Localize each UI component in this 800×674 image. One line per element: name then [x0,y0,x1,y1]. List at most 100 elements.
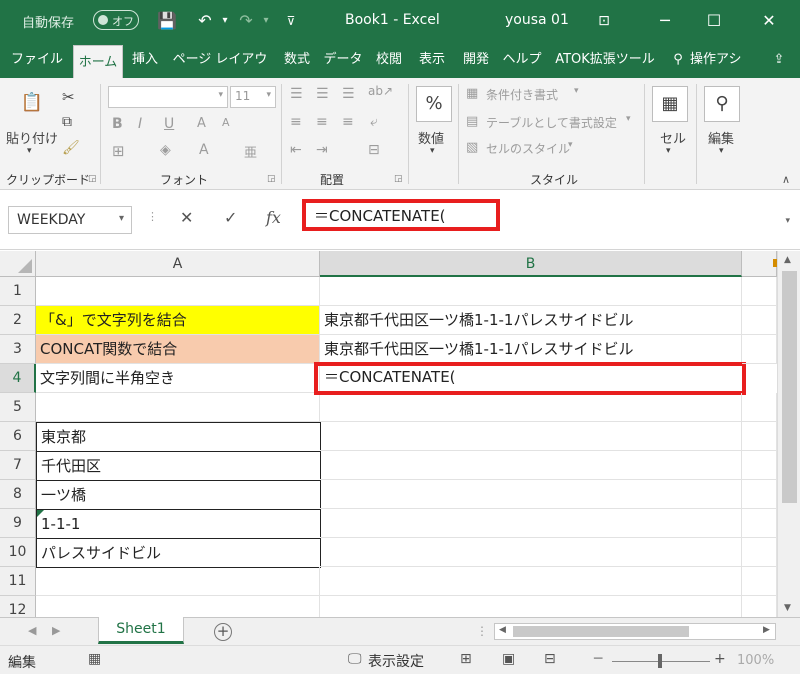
cell-c7[interactable] [742,451,777,480]
cell-c11[interactable] [742,567,777,596]
cell-a11[interactable] [36,567,320,596]
borders-icon[interactable]: ⊞ [112,142,125,160]
conditional-format-icon[interactable]: ▦ [466,86,478,101]
tab-review[interactable]: 校閲 [370,42,408,78]
formula-input[interactable]: ＝CONCATENATE( [302,199,500,231]
font-dialog-icon[interactable]: ◲ [267,174,276,184]
zoom-slider-knob[interactable] [658,654,662,668]
cancel-icon[interactable]: ✕ [180,208,193,227]
cell-b8[interactable] [320,480,742,509]
chevron-down-icon[interactable]: ▾ [430,146,435,156]
cell-b1[interactable] [320,277,742,306]
chevron-down-icon[interactable]: ▾ [626,114,631,124]
zoom-in-icon[interactable]: + [714,651,726,667]
add-sheet-icon[interactable]: + [214,623,232,641]
redo-icon[interactable]: ↷ [235,9,257,33]
insert-function-icon[interactable]: fx [266,208,281,227]
next-sheet-icon[interactable]: ▶ [52,624,60,637]
chevron-down-icon[interactable]: ▾ [719,146,724,156]
cell-b7[interactable] [320,451,742,480]
increase-indent-icon[interactable]: ⇥ [316,142,328,158]
alignment-dialog-icon[interactable]: ◲ [394,174,403,184]
page-layout-view-icon[interactable]: ▣ [502,651,515,667]
zoom-level[interactable]: 100% [737,653,774,668]
font-color-icon[interactable]: A [199,142,209,158]
sheet-tab-sheet1[interactable]: Sheet1 [98,617,184,644]
tab-view[interactable]: 表示 [412,42,452,78]
normal-view-icon[interactable]: ⊞ [460,651,472,667]
zoom-out-icon[interactable]: ─ [594,651,602,667]
tab-file[interactable]: ファイル [8,42,66,78]
row-header-6[interactable]: 6 [0,422,36,451]
cell-styles-button[interactable]: セルのスタイル [486,140,570,157]
collapse-ribbon-icon[interactable]: ∧ [782,173,790,186]
align-center-icon[interactable]: ≡ [316,114,328,130]
increase-font-icon[interactable]: A [197,116,206,131]
tab-page-layout[interactable]: ページ レイアウト [168,42,272,103]
maximize-button[interactable]: ☐ [701,8,727,34]
row-header-4[interactable]: 4 [0,364,36,393]
cell-c12[interactable] [742,596,777,617]
undo-dropdown-icon[interactable]: ▾ [214,9,236,33]
autosave-toggle[interactable]: オフ [93,10,139,30]
underline-icon[interactable]: U [164,116,174,132]
wrap-text-icon[interactable]: ⤶ [370,114,378,130]
save-icon[interactable]: 💾 [156,9,178,33]
clipboard-dialog-icon[interactable]: ◲ [88,174,97,184]
row-header-9[interactable]: 9 [0,509,36,538]
display-settings-label[interactable]: 表示設定 [368,651,424,671]
cells-button[interactable]: セル [660,128,686,147]
cell-c10[interactable] [742,538,777,567]
chevron-down-icon[interactable]: ▾ [666,146,671,156]
cell-a5[interactable] [36,393,320,422]
chevron-down-icon[interactable]: ▾ [568,140,573,150]
horizontal-scrollbar[interactable]: ◀ ▶ [494,623,776,640]
cell-a10[interactable]: パレスサイドビル [36,538,321,568]
editing-button[interactable]: 編集 [708,128,734,147]
scroll-left-icon[interactable]: ◀ [499,625,506,635]
enter-icon[interactable]: ✓ [224,208,237,227]
cell-a6[interactable]: 東京都 [36,422,321,452]
cell-a4[interactable]: 文字列間に半角空き [36,364,320,393]
font-name-combo[interactable]: ▾ [108,86,228,108]
vertical-scroll-thumb[interactable] [782,271,797,503]
row-header-2[interactable]: 2 [0,306,36,335]
display-settings-icon[interactable]: 🖵 [348,651,362,667]
chevron-down-icon[interactable]: ▾ [574,86,579,96]
search-icon[interactable]: ⚲ [668,42,688,78]
row-header-12[interactable]: 12 [0,596,36,617]
cell-c5[interactable] [742,393,777,422]
paste-button[interactable]: 貼り付け [6,128,58,147]
undo-icon[interactable]: ↶ [194,9,216,33]
decrease-font-icon[interactable]: A [222,116,230,129]
number-format-button[interactable]: 数値 [418,128,444,147]
phonetic-icon[interactable]: 亜 [244,142,257,161]
row-header-11[interactable]: 11 [0,567,36,596]
minimize-button[interactable]: ─ [652,8,678,34]
paste-dropdown-icon[interactable]: ▾ [27,146,32,156]
bold-icon[interactable]: B [112,116,123,132]
format-as-table-icon[interactable]: ▤ [466,114,478,129]
share-icon[interactable]: ⇪ [764,42,794,78]
row-header-3[interactable]: 3 [0,335,36,364]
row-header-7[interactable]: 7 [0,451,36,480]
name-box[interactable]: WEEKDAY ▾ [8,206,132,234]
cell-b5[interactable] [320,393,742,422]
tab-help[interactable]: ヘルプ [500,42,544,78]
column-header-c[interactable] [742,251,777,277]
cell-c3[interactable] [742,335,777,364]
paste-icon[interactable]: 📋 [14,86,50,122]
cell-b9[interactable] [320,509,742,538]
format-as-table-button[interactable]: テーブルとして書式設定 [486,114,617,131]
magnifier-icon[interactable]: ⚲ [704,86,740,122]
cell-c6[interactable] [742,422,777,451]
copy-icon[interactable]: ⧉ [62,114,72,130]
row-header-10[interactable]: 10 [0,538,36,567]
format-painter-icon[interactable]: 🖌 [62,140,80,156]
column-header-b[interactable]: B [320,251,742,277]
tab-data[interactable]: データ [320,42,366,78]
expand-formula-icon[interactable]: ▾ [785,216,790,226]
cell-a12[interactable] [36,596,320,617]
cell-b12[interactable] [320,596,742,617]
row-header-1[interactable]: 1 [0,277,36,306]
